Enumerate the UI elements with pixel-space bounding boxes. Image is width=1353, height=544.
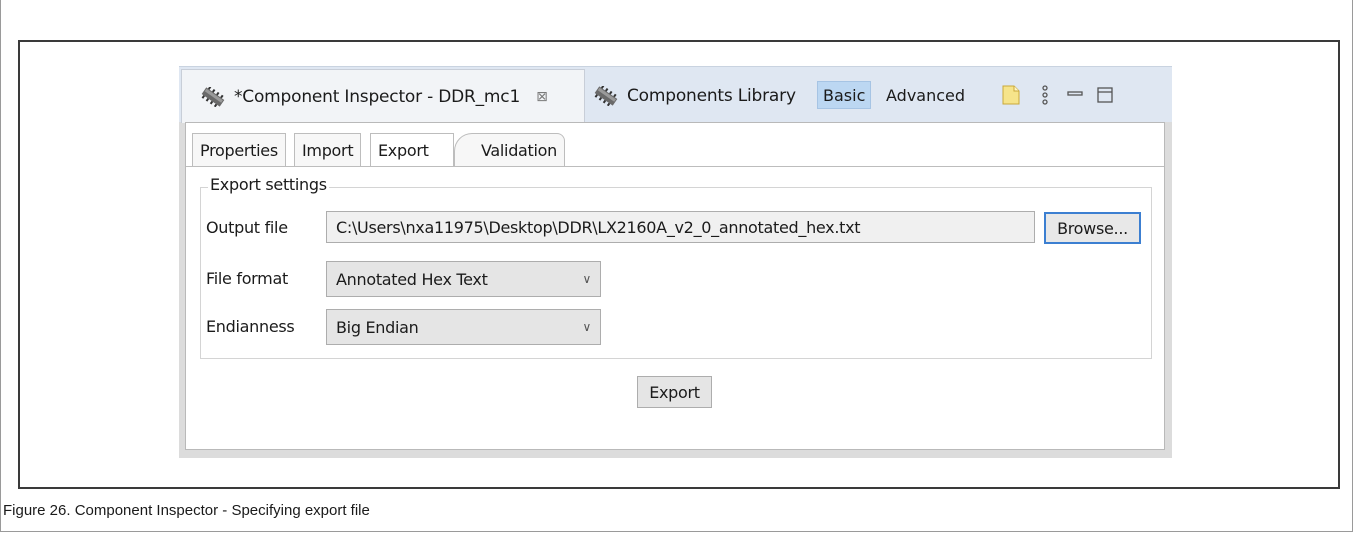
close-icon[interactable]: ⊠ [536, 89, 548, 105]
export-settings-label: Export settings [208, 175, 329, 194]
new-note-icon[interactable] [999, 83, 1023, 107]
tab-components-library-label: Components Library [627, 86, 796, 106]
chevron-down-icon: ∨ [582, 320, 592, 334]
subtab-divider [186, 166, 1164, 167]
minimize-icon[interactable] [1063, 83, 1087, 107]
maximize-icon[interactable] [1093, 83, 1117, 107]
components-icon [594, 86, 618, 106]
view-tab-bar: *Component Inspector - DDR_mc1 ⊠ Compone… [179, 66, 1172, 123]
output-file-label: Output file [206, 218, 288, 237]
output-file-input[interactable]: C:\Users\nxa11975\Desktop\DDR\LX2160A_v2… [326, 211, 1035, 243]
export-button[interactable]: Export [637, 376, 712, 408]
file-format-value: Annotated Hex Text [336, 269, 488, 289]
chevron-down-icon: ∨ [582, 272, 592, 286]
file-format-label: File format [206, 269, 288, 288]
tab-import[interactable]: Import [294, 133, 362, 167]
tab-export[interactable]: Export [370, 133, 454, 167]
file-format-select[interactable]: Annotated Hex Text ∨ [326, 261, 601, 297]
endianness-select[interactable]: Big Endian ∨ [326, 309, 601, 345]
components-icon [201, 86, 225, 107]
component-inspector-view: *Component Inspector - DDR_mc1 ⊠ Compone… [179, 66, 1172, 458]
figure-caption: Figure 26. Component Inspector - Specify… [3, 502, 370, 519]
endianness-value: Big Endian [336, 317, 419, 337]
advanced-mode-button[interactable]: Advanced [881, 81, 970, 109]
view-menu-icon[interactable] [1033, 83, 1057, 107]
tab-validation[interactable]: Validation [454, 133, 566, 167]
basic-mode-button[interactable]: Basic [817, 81, 872, 109]
inspector-content: Properties Import Export Validation Expo… [185, 122, 1165, 450]
tab-component-inspector-label: *Component Inspector - DDR_mc1 [234, 86, 521, 107]
tab-properties[interactable]: Properties [192, 133, 286, 167]
endianness-label: Endianness [206, 317, 295, 336]
browse-button[interactable]: Browse... [1044, 212, 1141, 244]
tab-component-inspector[interactable]: *Component Inspector - DDR_mc1 ⊠ [181, 69, 585, 123]
tab-components-library[interactable]: Components Library [589, 69, 796, 123]
